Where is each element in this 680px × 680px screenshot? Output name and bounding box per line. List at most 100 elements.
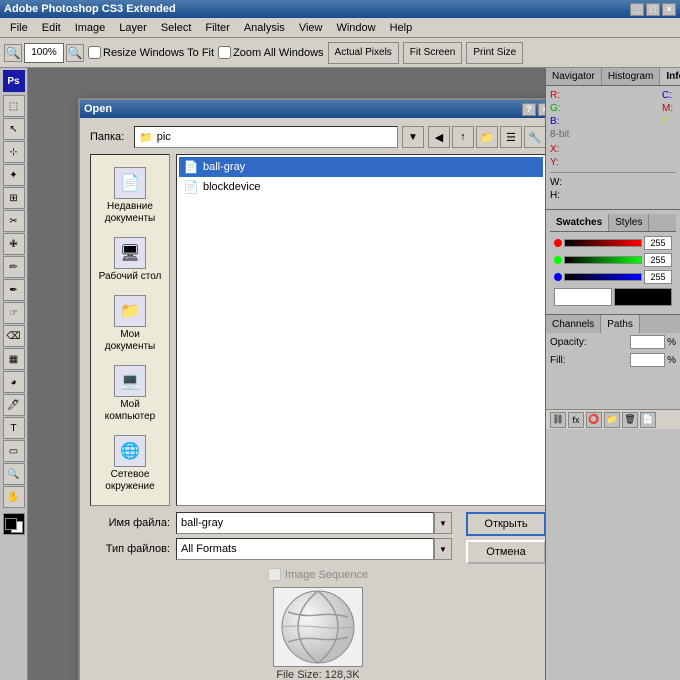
menu-filter[interactable]: Filter — [199, 20, 235, 36]
dialog-action-buttons: Открыть Отмена — [466, 512, 545, 564]
delete-icon[interactable]: 🗑 — [622, 412, 638, 428]
view-menu-button[interactable]: ☰ — [500, 126, 522, 148]
folder-input[interactable]: 📁 pic — [134, 126, 398, 148]
tool-zoom[interactable]: 🔍 — [3, 463, 25, 485]
fit-screen-button[interactable]: Fit Screen — [403, 42, 463, 64]
new-layer-icon[interactable]: 📄 — [640, 412, 656, 428]
color-preview — [554, 288, 672, 306]
tool-marquee[interactable]: ⬚ — [3, 95, 25, 117]
tool-lasso[interactable]: ⊹ — [3, 141, 25, 163]
foreground-background-color[interactable] — [3, 513, 25, 535]
sidebar-desktop[interactable]: 🖥 Рабочий стол — [94, 233, 166, 287]
channels-panel: Channels Paths Opacity: % Fill: % ⛓ fx ⭕ — [546, 314, 680, 680]
sidebar-recent-docs[interactable]: 📄 Недавние документы — [94, 163, 166, 229]
zoom-all-windows-checkbox[interactable]: Zoom All Windows — [218, 46, 323, 59]
dialog-title-buttons[interactable]: ? × — [522, 103, 545, 116]
blue-slider[interactable] — [564, 273, 642, 281]
info-h-row: H: — [550, 190, 676, 201]
filetype-input[interactable]: All Formats — [176, 538, 434, 560]
blue-value[interactable]: 255 — [644, 270, 672, 284]
tool-eraser[interactable]: ⌫ — [3, 325, 25, 347]
actual-pixels-button[interactable]: Actual Pixels — [328, 42, 399, 64]
filetype-dropdown-button[interactable]: ▼ — [434, 538, 452, 560]
menu-window[interactable]: Window — [330, 20, 381, 36]
opacity-input[interactable] — [630, 335, 665, 349]
tab-info[interactable]: Info — [660, 68, 680, 85]
tool-slice[interactable]: ✂ — [3, 210, 25, 232]
resize-windows-checkbox[interactable]: Resize Windows To Fit — [88, 46, 214, 59]
info-panel-content: R: C: G: M: B: Y: 8-bit X: Y: — [546, 86, 680, 209]
fill-input[interactable] — [630, 353, 665, 367]
tool-hand[interactable]: ✋ — [3, 486, 25, 508]
tab-styles[interactable]: Styles — [609, 214, 649, 231]
zoom-in-icon[interactable]: 🔍 — [66, 44, 84, 62]
nav-back-button[interactable]: ◀ — [428, 126, 450, 148]
zoom-value[interactable]: 100% — [24, 43, 64, 63]
tool-gradient[interactable]: ▦ — [3, 348, 25, 370]
sidebar-my-docs[interactable]: 📁 Мои документы — [94, 291, 166, 357]
menu-select[interactable]: Select — [155, 20, 198, 36]
link-icon[interactable]: ⛓ — [550, 412, 566, 428]
sidebar-my-computer[interactable]: 💻 Мой компьютер — [94, 361, 166, 427]
zoom-out-icon[interactable]: 🔍 — [4, 44, 22, 62]
nav-up-button[interactable]: ↑ — [452, 126, 474, 148]
tool-dodge[interactable]: ◕ — [3, 371, 25, 393]
print-size-button[interactable]: Print Size — [466, 42, 523, 64]
tool-magic-wand[interactable]: ✦ — [3, 164, 25, 186]
fx-icon[interactable]: fx — [568, 412, 584, 428]
menu-layer[interactable]: Layer — [113, 20, 153, 36]
red-slider[interactable] — [564, 239, 642, 247]
open-dialog: Open ? × Папка: 📁 pic ▼ — [78, 98, 545, 680]
dialog-help-button[interactable]: ? — [522, 103, 536, 116]
new-group-icon[interactable]: 📁 — [604, 412, 620, 428]
folder-toolbar: ◀ ↑ 📁 ☰ 🔧 — [428, 126, 545, 148]
open-button[interactable]: Открыть — [466, 512, 545, 536]
tool-text[interactable]: T — [3, 417, 25, 439]
menu-view[interactable]: View — [293, 20, 329, 36]
tool-heal[interactable]: ✙ — [3, 233, 25, 255]
tab-histogram[interactable]: Histogram — [602, 68, 661, 85]
menu-image[interactable]: Image — [69, 20, 112, 36]
filetype-value: All Formats — [181, 543, 237, 555]
cancel-button[interactable]: Отмена — [466, 540, 545, 564]
tab-swatches[interactable]: Swatches — [550, 214, 609, 231]
tool-pen[interactable]: 🖊 — [3, 394, 25, 416]
tool-history[interactable]: ☞ — [3, 302, 25, 324]
tab-channels[interactable]: Channels — [546, 315, 601, 333]
sidebar-network[interactable]: 🌐 Сетевое окружение — [94, 431, 166, 497]
tool-shape[interactable]: ▭ — [3, 440, 25, 462]
tab-navigator[interactable]: Navigator — [546, 68, 602, 85]
tool-crop[interactable]: ⊞ — [3, 187, 25, 209]
folder-dropdown-button[interactable]: ▼ — [402, 126, 424, 148]
menu-help[interactable]: Help — [384, 20, 419, 36]
background-color-swatch[interactable] — [614, 288, 672, 306]
green-value[interactable]: 255 — [644, 253, 672, 267]
create-folder-button[interactable]: 📁 — [476, 126, 498, 148]
tool-move[interactable]: ↖ — [3, 118, 25, 140]
my-docs-label: Мои документы — [98, 329, 162, 353]
title-bar-buttons[interactable]: _ □ × — [630, 3, 676, 16]
tools-menu-button[interactable]: 🔧 — [524, 126, 545, 148]
preview-section: Image Sequence — [90, 564, 545, 680]
maximize-button[interactable]: □ — [646, 3, 660, 16]
close-button[interactable]: × — [662, 3, 676, 16]
foreground-color-swatch[interactable] — [554, 288, 612, 306]
filename-dropdown-button[interactable]: ▼ — [434, 512, 452, 534]
file-item-ball-gray[interactable]: 📄 ball-gray — [179, 157, 543, 177]
file-list[interactable]: 📄 ball-gray 📄 blockdevice — [176, 154, 545, 506]
mask-icon[interactable]: ⭕ — [586, 412, 602, 428]
dialog-close-button[interactable]: × — [538, 103, 545, 116]
image-sequence-checkbox[interactable]: Image Sequence — [268, 568, 368, 581]
tool-clone[interactable]: ✒ — [3, 279, 25, 301]
green-slider[interactable] — [564, 256, 642, 264]
sidebar-icons: 📄 Недавние документы 🖥 Рабочий стол 📁 Мо… — [90, 154, 170, 506]
menu-edit[interactable]: Edit — [36, 20, 67, 36]
filename-input[interactable]: ball-gray — [176, 512, 434, 534]
minimize-button[interactable]: _ — [630, 3, 644, 16]
file-item-blockdevice[interactable]: 📄 blockdevice — [179, 177, 543, 197]
tool-brush[interactable]: ✏ — [3, 256, 25, 278]
menu-analysis[interactable]: Analysis — [238, 20, 291, 36]
tab-paths[interactable]: Paths — [601, 315, 640, 333]
menu-file[interactable]: File — [4, 20, 34, 36]
red-value[interactable]: 255 — [644, 236, 672, 250]
